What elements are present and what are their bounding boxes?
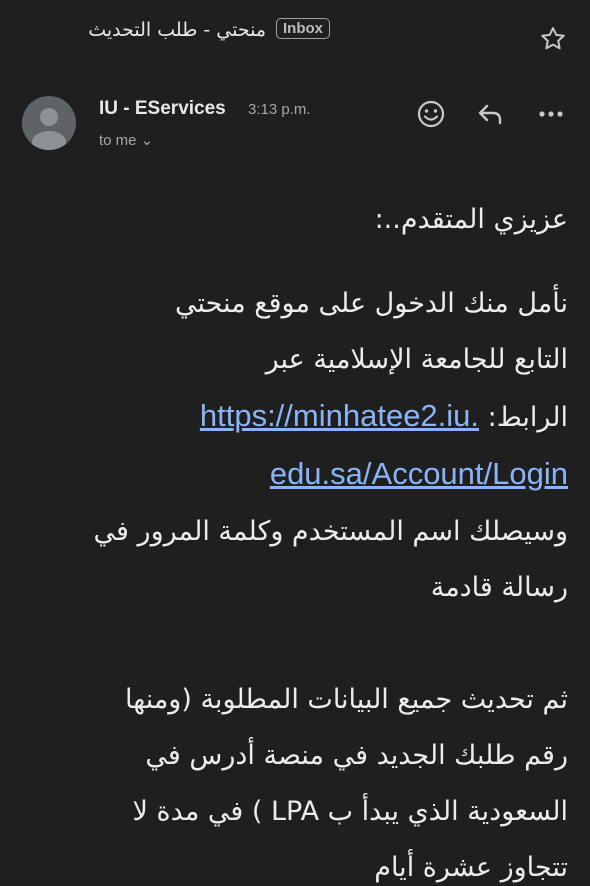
email-subject: منحتي - طلب التحديث [88, 19, 266, 41]
greeting: عزيزي المتقدم..: [374, 204, 568, 235]
email-view: منحتي - طلب التحديث Inbox IU - EServices… [0, 0, 590, 886]
login-link-continued[interactable]: edu.sa/Account/Login [270, 456, 568, 491]
login-link[interactable]: https://minhatee2.iu. [200, 398, 479, 433]
body-line: ثم تحديث جميع البيانات المطلوبة (ومنها [125, 684, 568, 715]
body-line: رقم طلبك الجديد في منصة أدرس في [145, 740, 568, 771]
emoji-icon[interactable] [413, 96, 449, 132]
more-icon[interactable] [533, 96, 569, 132]
link-label: الرابط: [487, 402, 568, 433]
inbox-label-badge[interactable]: Inbox [276, 18, 330, 39]
sent-time: 3:13 p.m. [248, 101, 311, 118]
body-line: تتجاوز عشرة أيام [374, 852, 568, 883]
reply-icon[interactable] [472, 96, 508, 132]
body-line: رسالة قادمة [430, 572, 568, 603]
body-line: وسيصلك اسم المستخدم وكلمة المرور في [93, 516, 568, 547]
star-icon[interactable] [538, 24, 568, 54]
subject-row: منحتي - طلب التحديث Inbox [0, 10, 590, 58]
body-line: edu.sa/Account/Login [22, 446, 568, 504]
recipient-toggle[interactable]: to me ⌄ [99, 131, 153, 149]
sender-avatar[interactable] [22, 96, 76, 150]
body-line: التابع للجامعة الإسلامية عبر [265, 344, 568, 375]
body-line: الرابط: https://minhatee2.iu. [22, 388, 568, 446]
body-line: نأمل منك الدخول على موقع منحتي [174, 288, 568, 319]
body-line: السعودية الذي يبدأ ب LPA ) في مدة لا [132, 796, 568, 827]
email-body: عزيزي المتقدم..: نأمل منك الدخول على موق… [22, 192, 568, 886]
avatar-person-icon [32, 108, 66, 150]
sender-name[interactable]: IU - EServices [99, 98, 226, 120]
